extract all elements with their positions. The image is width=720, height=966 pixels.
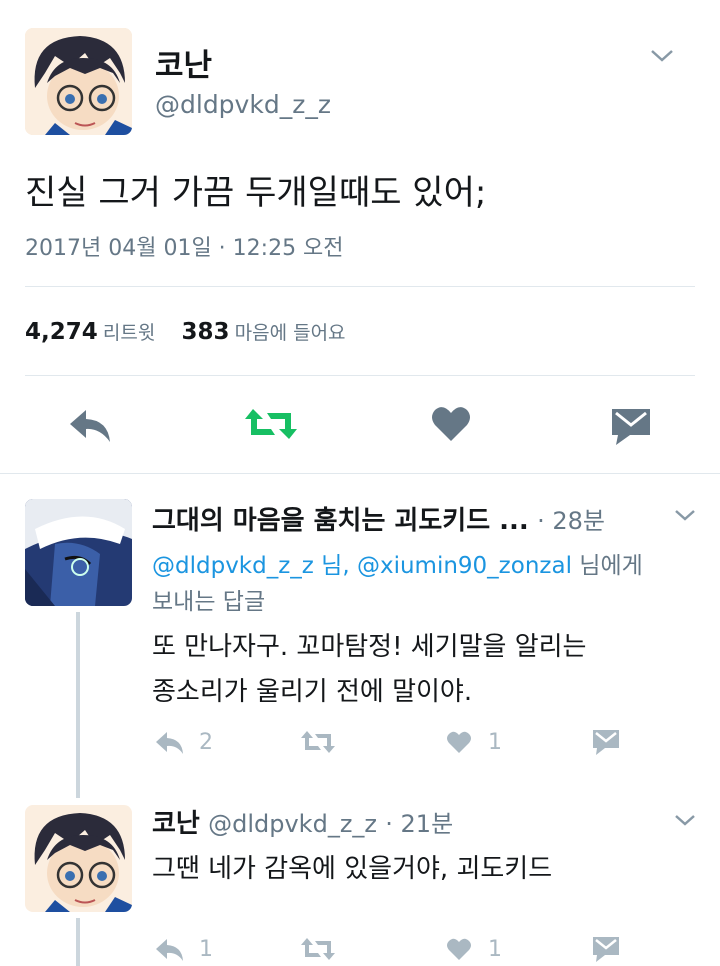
avatar[interactable] <box>25 805 132 912</box>
chevron-down-icon[interactable] <box>674 813 696 827</box>
reply-to-handles[interactable]: @dldpvkd_z_z 님, @xiumin90_zonzal <box>152 553 572 579</box>
retweet-icon[interactable] <box>300 729 336 755</box>
reply-author[interactable]: 코난 @dldpvkd_z_z · 21분 <box>152 803 453 840</box>
reply-count: 1 <box>199 937 213 962</box>
reply-count: 2 <box>199 730 213 755</box>
reply-icon[interactable] <box>68 408 114 444</box>
likes-count[interactable]: 383 <box>182 319 230 345</box>
reply-icon[interactable] <box>155 731 185 755</box>
display-name[interactable]: 그대의 마음을 훔치는 괴도키드 ... <box>152 506 529 536</box>
reply-icon[interactable] <box>155 938 185 962</box>
reply-to-label: 보내는 답글 <box>152 589 266 615</box>
thread-line <box>76 612 80 798</box>
dm-icon[interactable] <box>592 729 620 755</box>
heart-icon[interactable] <box>431 405 471 443</box>
thread-line <box>76 918 80 966</box>
handle[interactable]: @dldpvkd_z_z <box>208 810 377 838</box>
display-name[interactable]: 코난 <box>152 809 200 839</box>
chevron-down-icon[interactable] <box>650 48 674 64</box>
reply-time: · 28분 <box>537 507 605 535</box>
avatar[interactable] <box>25 499 132 606</box>
divider <box>25 286 695 287</box>
retweet-icon[interactable] <box>300 936 336 962</box>
reply-text: 그땐 네가 감옥에 있을거야, 괴도키드 <box>152 854 553 884</box>
reply-text-line: 종소리가 울리기 전에 말이야. <box>152 677 473 707</box>
reply-text: 또 만나자구. 꼬마탐정! 세기말을 알리는 종소리가 울리기 전에 말이야. <box>152 625 586 715</box>
tweet-text: 진실 그거 가끔 두개일때도 있어; <box>25 173 487 213</box>
dm-icon[interactable] <box>592 936 620 962</box>
divider <box>0 473 720 474</box>
reply-author[interactable]: 그대의 마음을 훔치는 괴도키드 ... · 28분 <box>152 500 605 537</box>
retweets-label[interactable]: 리트윗 <box>103 322 155 344</box>
dm-icon[interactable] <box>610 407 652 445</box>
like-count: 1 <box>488 730 502 755</box>
retweet-icon[interactable] <box>243 405 299 443</box>
handle[interactable]: @dldpvkd_z_z <box>155 90 331 119</box>
retweets-count[interactable]: 4,274 <box>25 319 98 345</box>
like-count: 1 <box>488 937 502 962</box>
reply-context: @dldpvkd_z_z 님, @xiumin90_zonzal 님에게 보내는… <box>152 548 692 620</box>
chevron-down-icon[interactable] <box>674 508 696 522</box>
avatar[interactable] <box>25 28 132 135</box>
tweet-stats: 4,274 리트윗 383 마음에 들어요 <box>25 318 346 345</box>
heart-icon[interactable] <box>446 730 472 754</box>
timestamp: 2017년 04월 01일 · 12:25 오전 <box>25 236 344 261</box>
divider <box>25 375 695 376</box>
reply-text-line: 또 만나자구. 꼬마탐정! 세기말을 알리는 <box>152 632 587 662</box>
heart-icon[interactable] <box>446 937 472 961</box>
display-name[interactable]: 코난 <box>155 40 212 85</box>
likes-label[interactable]: 마음에 들어요 <box>235 322 346 344</box>
reply-time: · 21분 <box>385 810 454 838</box>
reply-to-suffix: 님에게 <box>571 553 643 579</box>
